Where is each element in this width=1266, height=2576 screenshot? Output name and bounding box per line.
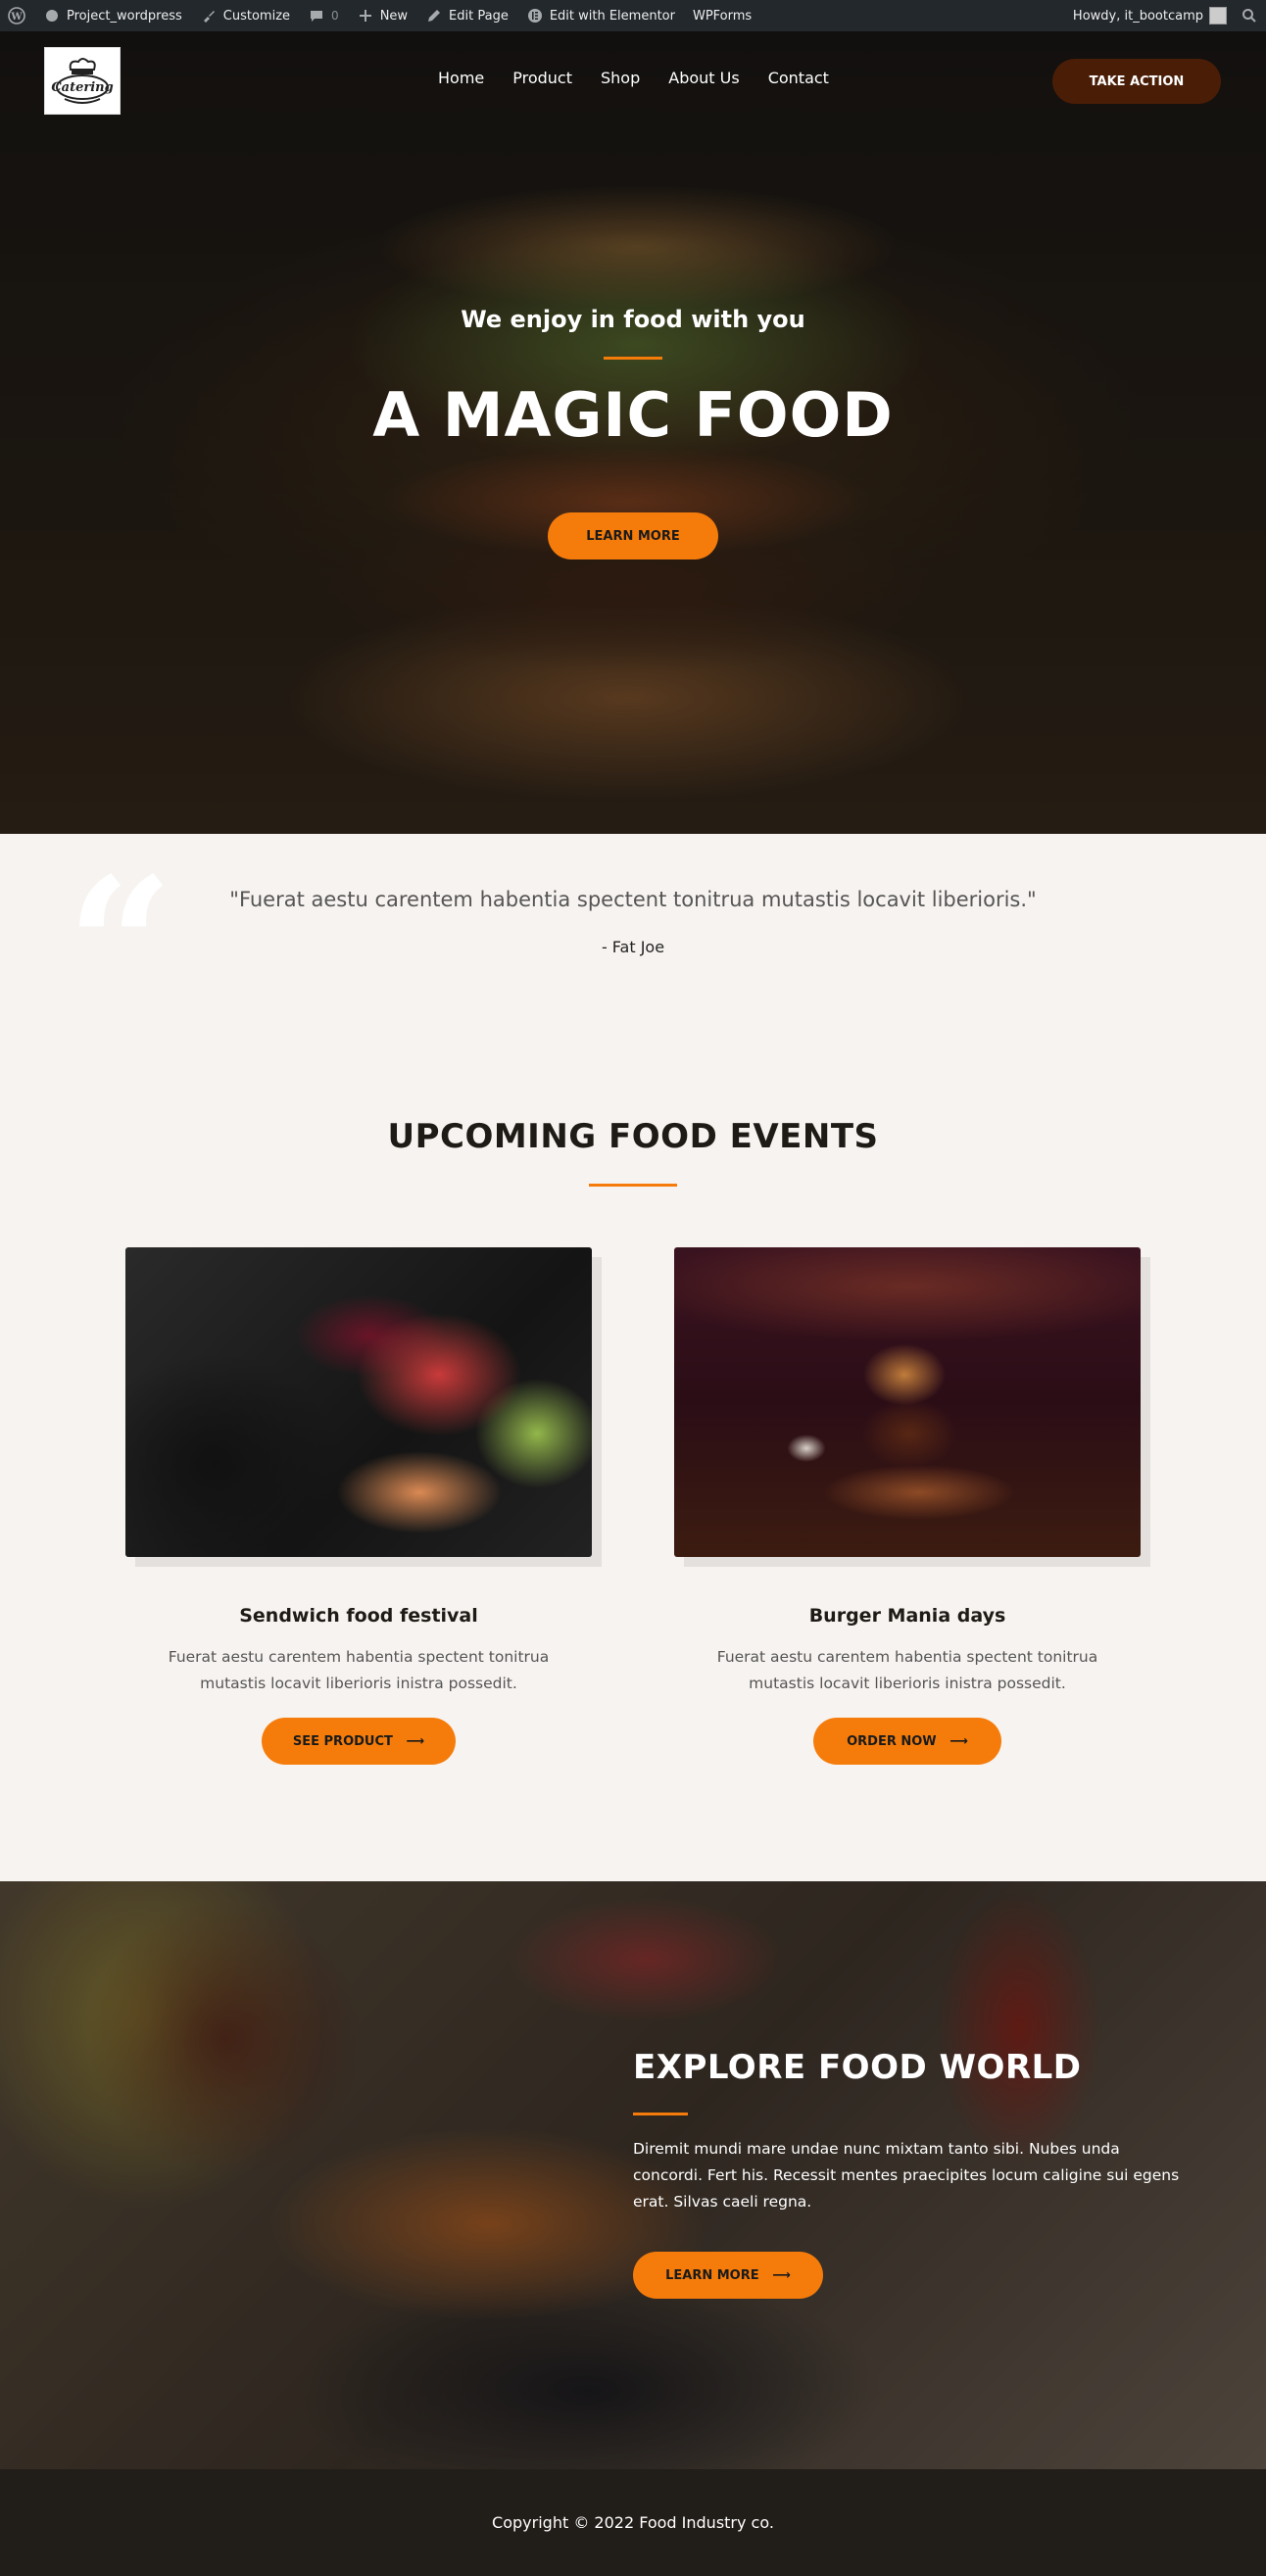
elementor-icon [526, 7, 544, 24]
search-icon[interactable] [1241, 7, 1258, 24]
comments-link[interactable]: 0 [308, 7, 339, 24]
edit-elementor-label: Edit with Elementor [549, 8, 675, 24]
new-content-link[interactable]: New [357, 7, 408, 24]
event-title: Sendwich food festival [239, 1605, 478, 1627]
explore-text: Diremit mundi mare undae nunc mixtam tan… [633, 2140, 1180, 2211]
site-name-link[interactable]: Project_wordpress [43, 7, 182, 24]
nav-product[interactable]: Product [512, 69, 572, 87]
hero-learn-more-button[interactable]: LEARN MORE [548, 512, 718, 559]
explore-section: EXPLORE FOOD WORLD Diremit mundi mare un… [0, 1881, 1266, 2469]
take-action-button[interactable]: TAKE ACTION [1052, 59, 1221, 104]
brush-icon [200, 7, 218, 24]
admin-bar: W Project_wordpress Customize 0 New Edit… [0, 0, 1266, 31]
explore-learn-more-label: LEARN MORE [665, 2267, 759, 2283]
comments-count: 0 [331, 9, 339, 23]
edit-page-link[interactable]: Edit Page [425, 7, 509, 24]
quote-author: - Fat Joe [601, 938, 665, 956]
burger-image [674, 1247, 1141, 1557]
see-product-button[interactable]: SEE PRODUCT ⟶ [262, 1718, 456, 1765]
event-description: Fuerat aestu carentem habentia spectent … [716, 1648, 1098, 1692]
hero-title: A MAGIC FOOD [372, 379, 894, 451]
edit-page-label: Edit Page [449, 8, 509, 24]
explore-learn-more-button[interactable]: LEARN MORE ⟶ [633, 2252, 823, 2299]
hero-section: Catering Home Product Shop About Us Cont… [0, 31, 1266, 834]
event-description: Fuerat aestu carentem habentia spectent … [168, 1648, 550, 1692]
order-now-label: ORDER NOW [847, 1733, 937, 1749]
nav-about-us[interactable]: About Us [668, 69, 739, 87]
arrow-right-icon: ⟶ [941, 1733, 968, 1749]
nav-home[interactable]: Home [438, 69, 484, 87]
home-icon [43, 7, 61, 24]
plus-icon [357, 7, 374, 24]
howdy-label: Howdy, it_bootcamp [1072, 8, 1203, 24]
site-name-label: Project_wordpress [67, 8, 182, 24]
main-nav: Home Product Shop About Us Contact [438, 69, 829, 87]
catering-logo-icon: Catering [51, 57, 114, 104]
svg-text:W: W [10, 12, 23, 23]
event-card: Sendwich food festival Fuerat aestu care… [125, 1247, 602, 1765]
arrow-right-icon: ⟶ [763, 2267, 791, 2283]
wpforms-label: WPForms [692, 8, 753, 24]
svg-text:Catering: Catering [51, 80, 113, 95]
wpforms-link[interactable]: WPForms [693, 9, 752, 24]
new-label: New [379, 8, 409, 24]
events-heading: UPCOMING FOOD EVENTS [387, 1117, 879, 1156]
copyright-text: Copyright © 2022 Food Industry co. [492, 2513, 774, 2532]
site-logo[interactable]: Catering [44, 47, 121, 115]
explore-divider [633, 2113, 688, 2115]
wordpress-logo-button[interactable]: W [8, 7, 25, 24]
wordpress-icon: W [8, 7, 25, 24]
pencil-icon [425, 7, 443, 24]
footer: Copyright © 2022 Food Industry co. [0, 2469, 1266, 2576]
events-divider [589, 1184, 677, 1187]
avatar [1209, 7, 1227, 24]
hero-divider [604, 357, 662, 360]
explore-heading: EXPLORE FOOD WORLD [633, 2048, 1082, 2087]
user-account-menu[interactable]: Howdy, it_bootcamp [1073, 7, 1227, 24]
event-title: Burger Mania days [808, 1605, 1006, 1627]
event-card: Burger Mania days Fuerat aestu carentem … [674, 1247, 1150, 1765]
sandwich-image [125, 1247, 592, 1557]
comment-icon [308, 7, 325, 24]
arrow-right-icon: ⟶ [397, 1733, 425, 1749]
quote-text: "Fuerat aestu carentem habentia spectent… [229, 888, 1037, 911]
order-now-button[interactable]: ORDER NOW ⟶ [813, 1718, 1001, 1765]
see-product-label: SEE PRODUCT [292, 1733, 393, 1749]
edit-elementor-link[interactable]: Edit with Elementor [526, 7, 675, 24]
hero-subtitle: We enjoy in food with you [461, 306, 805, 333]
nav-contact[interactable]: Contact [768, 69, 829, 87]
customize-label: Customize [222, 8, 291, 24]
customize-link[interactable]: Customize [200, 7, 290, 24]
nav-shop[interactable]: Shop [601, 69, 640, 87]
testimonial-section: “ "Fuerat aestu carentem habentia specte… [0, 834, 1266, 1049]
